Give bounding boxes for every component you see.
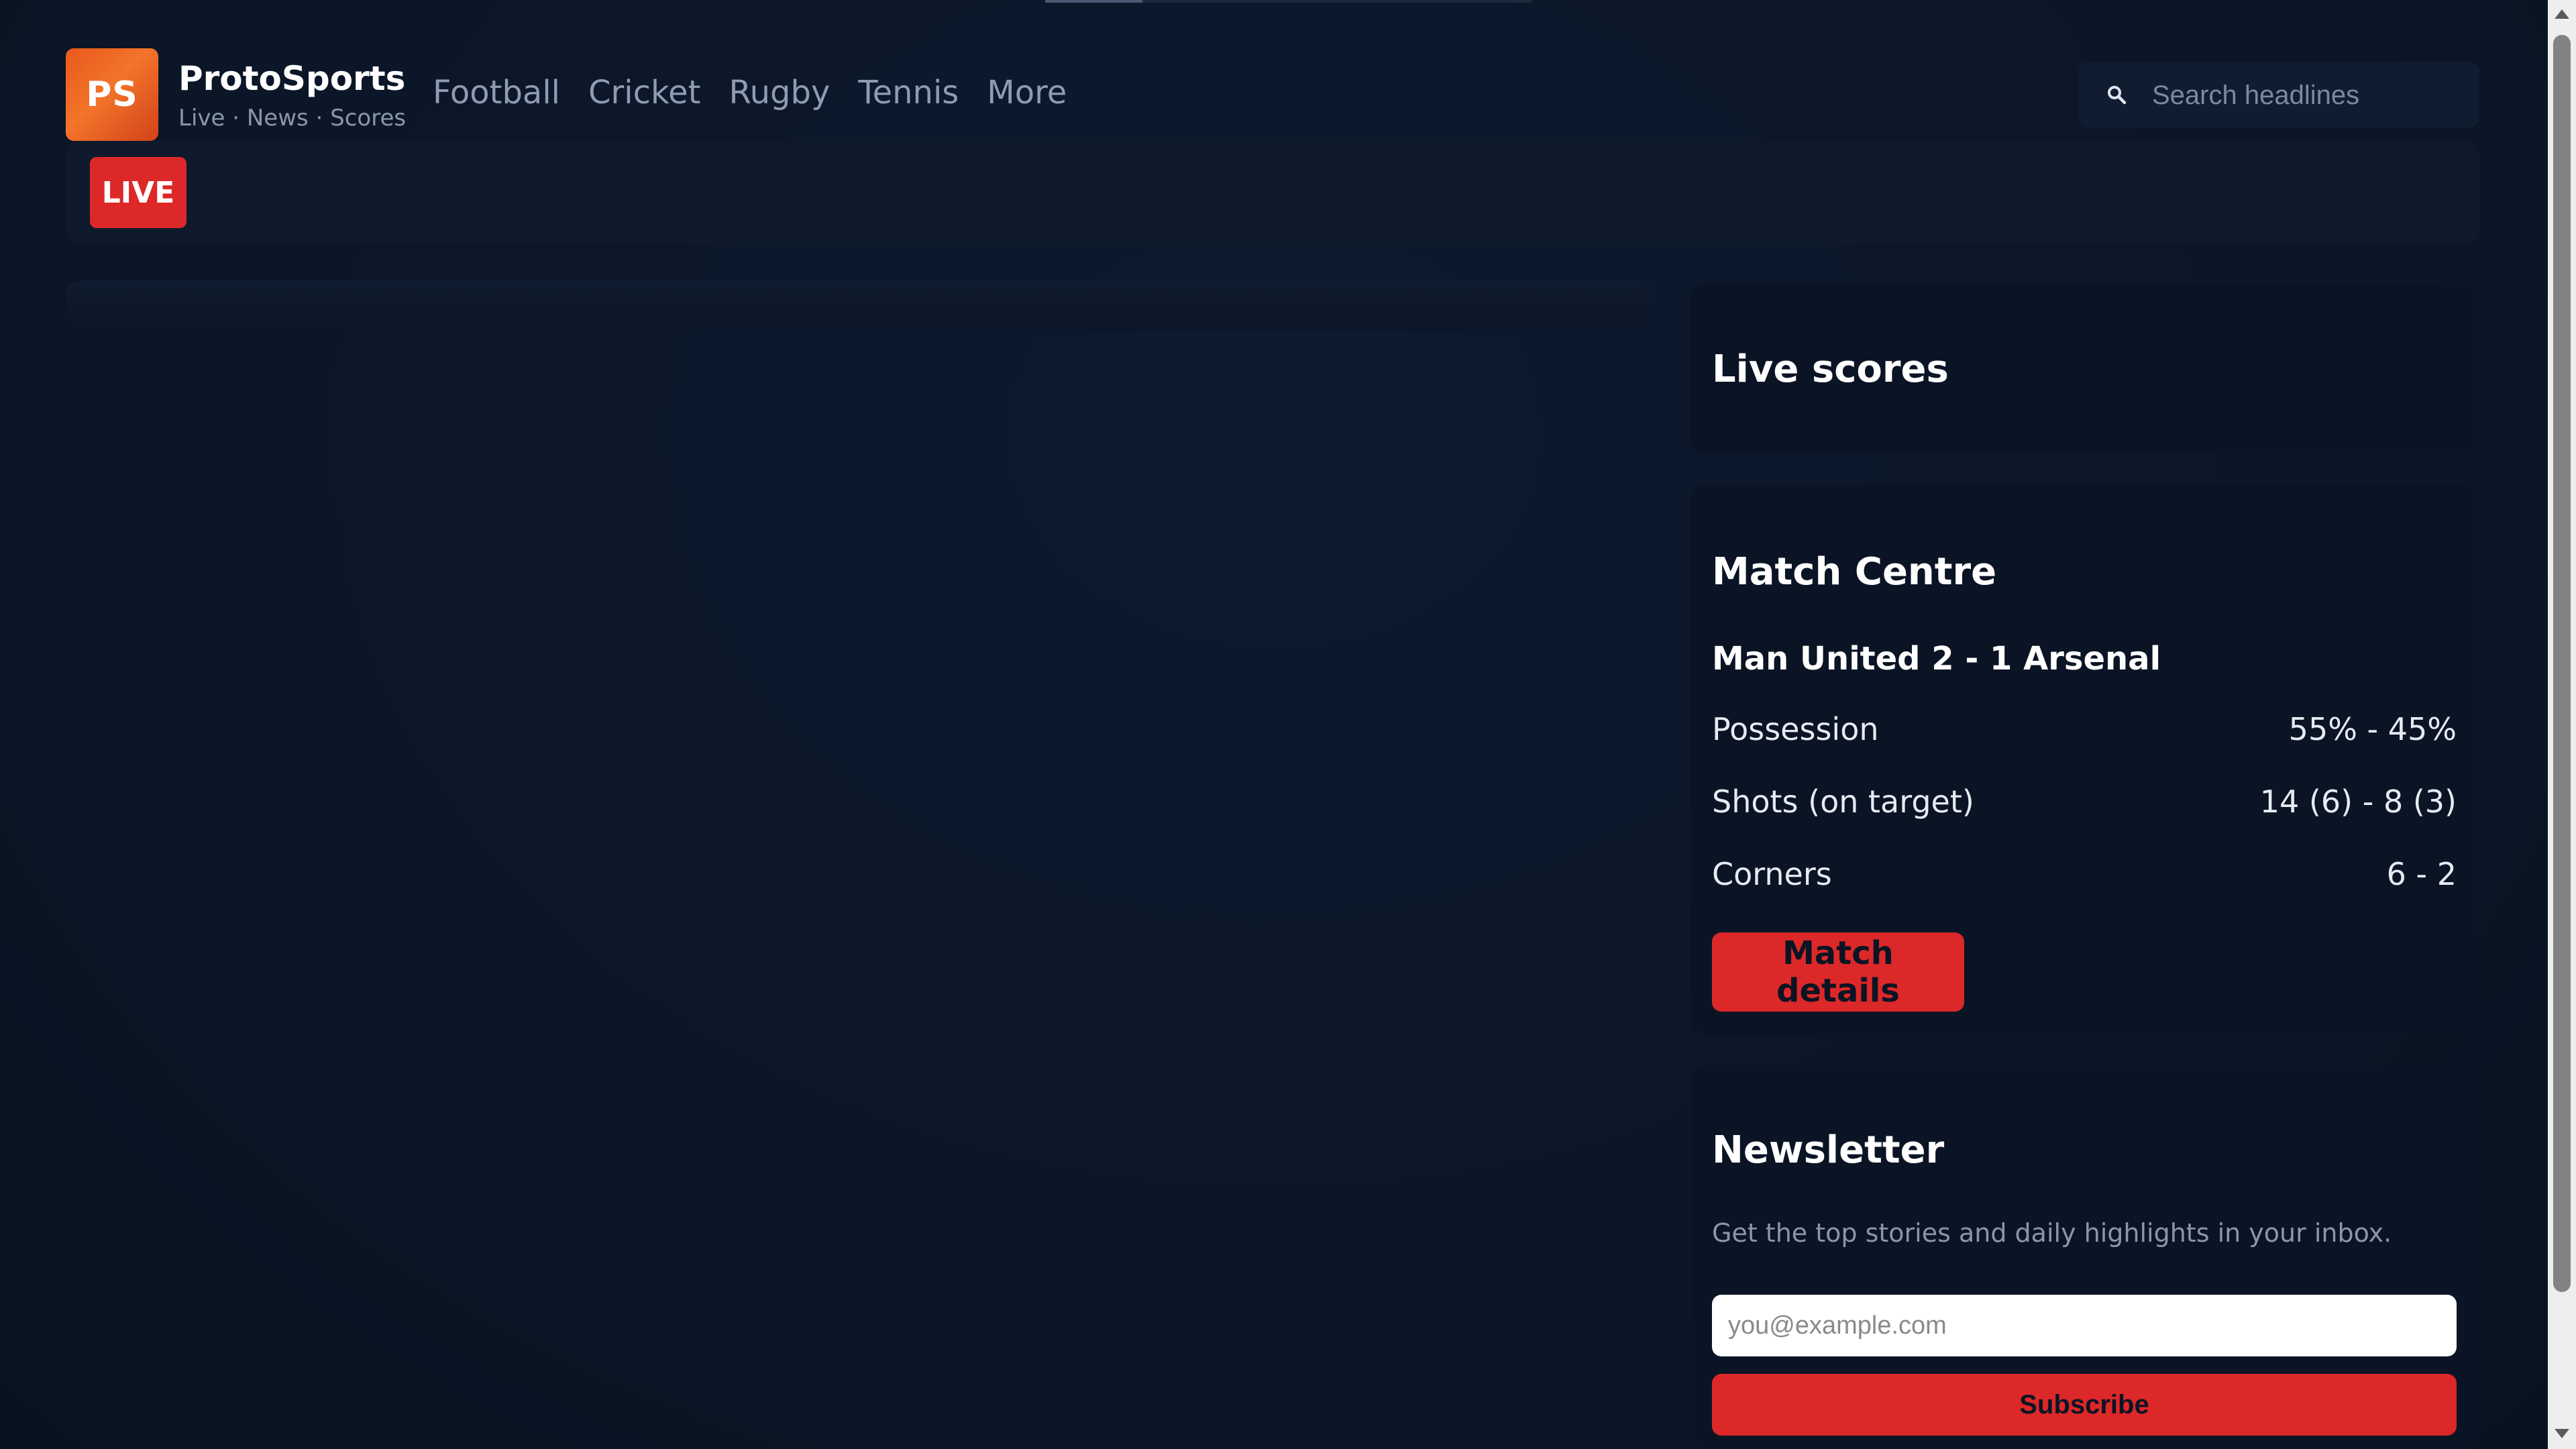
stat-label: Shots (on target) [1712,784,1974,820]
search-box[interactable] [2078,62,2479,129]
nav-item-tennis[interactable]: Tennis [858,74,959,111]
email-field[interactable] [1712,1295,2457,1356]
nav-item-rugby[interactable]: Rugby [729,74,830,111]
scrollbar-thumb[interactable] [2553,35,2571,1292]
stat-label: Possession [1712,711,1879,747]
stat-label: Corners [1712,856,1832,892]
main-content-placeholder [66,280,1652,330]
logo[interactable]: PS [66,48,158,141]
match-score: Man United 2 - 1 Arsenal [1712,640,2161,678]
stat-row-shots: Shots (on target) 14 (6) - 8 (3) [1712,784,2457,820]
live-scores-title: Live scores [1712,347,1949,391]
match-centre-card: Match Centre Man United 2 - 1 Arsenal Po… [1690,484,2479,1034]
live-scores-card: Live scores [1690,283,2479,453]
scroll-up-arrow-icon[interactable] [2555,9,2569,19]
newsletter-description: Get the top stories and daily highlights… [1712,1218,2392,1248]
subscribe-button[interactable]: Subscribe [1712,1374,2457,1436]
match-centre-title: Match Centre [1712,550,1997,594]
stat-value: 14 (6) - 8 (3) [2259,784,2457,820]
stat-row-corners: Corners 6 - 2 [1712,856,2457,892]
vertical-scrollbar[interactable] [2548,0,2576,1449]
loading-progress-bar [1045,0,1532,3]
nav-item-more[interactable]: More [987,74,1067,111]
match-details-button[interactable]: Match details [1712,932,1964,1012]
search-icon [2108,86,2127,105]
main-nav: Football Cricket Rugby Tennis More [433,74,1067,111]
stat-row-possession: Possession 55% - 45% [1712,711,2457,747]
scroll-down-arrow-icon[interactable] [2555,1429,2569,1438]
nav-item-football[interactable]: Football [433,74,560,111]
brand-name[interactable]: ProtoSports [178,59,405,98]
newsletter-card: Newsletter Get the top stories and daily… [1690,1065,2479,1449]
loading-progress-fill [1045,0,1142,3]
page: PS ProtoSports Live · News · Scores Foot… [0,0,2548,1449]
search-input[interactable] [2151,62,2469,129]
live-badge: LIVE [90,157,186,228]
nav-item-cricket[interactable]: Cricket [588,74,700,111]
stat-value: 6 - 2 [2386,856,2457,892]
stat-value: 55% - 45% [2288,711,2457,747]
live-ticker-bar [66,141,2479,244]
newsletter-title: Newsletter [1712,1128,1945,1172]
brand-tagline: Live · News · Scores [178,105,407,131]
